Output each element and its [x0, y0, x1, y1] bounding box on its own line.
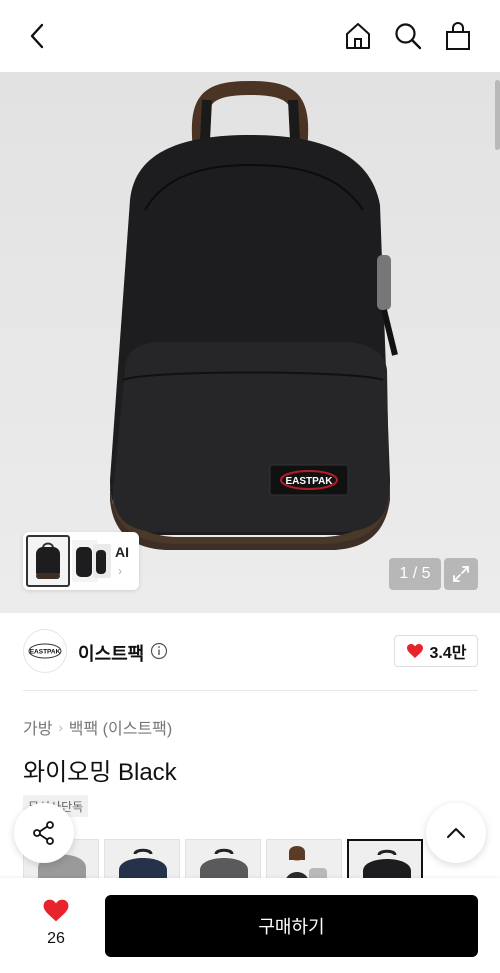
thumbnail-main[interactable]	[26, 535, 70, 587]
scrollbar-thumb[interactable]	[495, 80, 500, 150]
bottom-action-bar: 26 구매하기	[0, 878, 500, 973]
svg-text:EASTPAK: EASTPAK	[285, 476, 333, 487]
ai-label: AI	[115, 544, 129, 560]
backpack-thumbnail-icon	[363, 849, 411, 881]
info-icon[interactable]	[150, 642, 168, 665]
home-icon	[346, 23, 370, 49]
brand-like-count: 3.4만	[429, 645, 467, 662]
eastpak-logo: EASTPAK	[28, 643, 62, 659]
back-button[interactable]	[20, 18, 56, 54]
chevron-right-icon: ›	[58, 719, 63, 735]
scroll-to-top-button[interactable]	[426, 803, 486, 863]
backpack-thumbnail-icon	[200, 848, 248, 882]
color-option-navy[interactable]	[104, 839, 180, 883]
backpack-product-image: EASTPAK	[110, 80, 398, 550]
share-button[interactable]	[14, 803, 74, 863]
breadcrumb: 가방 › 백팩 (이스트팩)	[23, 715, 172, 739]
brand-like-button[interactable]: 3.4만	[394, 635, 478, 667]
color-options	[23, 839, 423, 883]
image-counter: 1 / 5	[389, 558, 441, 590]
expand-button[interactable]	[444, 558, 478, 590]
color-option-black[interactable]	[347, 839, 423, 883]
backpack-thumbnail-icon	[36, 542, 60, 579]
chevron-up-icon	[447, 828, 465, 838]
breadcrumb-item[interactable]: 백팩 (이스트팩)	[69, 715, 172, 739]
chevron-right-icon: ›	[118, 564, 122, 578]
svg-text:EASTPAK: EASTPAK	[30, 649, 61, 656]
shopping-bag-icon	[446, 22, 470, 50]
top-nav-bar	[0, 0, 500, 72]
product-image-gallery[interactable]: EASTPAK AI › 1 / 5	[0, 72, 500, 613]
cart-button[interactable]	[440, 18, 476, 54]
brand-logo[interactable]: EASTPAK	[23, 629, 67, 673]
brand-name[interactable]: 이스트팩	[78, 640, 144, 666]
divider	[23, 690, 478, 691]
heart-icon	[43, 899, 69, 922]
buy-button[interactable]: 구매하기	[105, 895, 478, 957]
wishlist-count: 26	[47, 930, 65, 947]
thumbnail-3[interactable]	[93, 544, 111, 578]
breadcrumb-item[interactable]: 가방	[23, 715, 52, 739]
share-icon	[33, 821, 54, 845]
heart-icon	[406, 644, 423, 658]
search-button[interactable]	[390, 18, 426, 54]
backpack-thumbnail-icon	[119, 848, 167, 882]
search-icon	[395, 23, 422, 50]
color-option-model[interactable]	[266, 839, 342, 883]
product-title: 와이오밍 Black	[23, 759, 177, 786]
ai-thumbnail-strip[interactable]: AI ›	[23, 532, 139, 590]
wishlist-button[interactable]: 26	[30, 898, 82, 954]
brand-row: EASTPAK 이스트팩 3.4만	[0, 613, 500, 691]
expand-icon	[453, 566, 469, 582]
home-button[interactable]	[340, 18, 376, 54]
model-thumbnail-icon	[285, 846, 327, 882]
color-option-dark-grey[interactable]	[185, 839, 261, 883]
backpack-thumbnail-icon	[96, 550, 106, 574]
chevron-left-icon	[30, 23, 44, 49]
